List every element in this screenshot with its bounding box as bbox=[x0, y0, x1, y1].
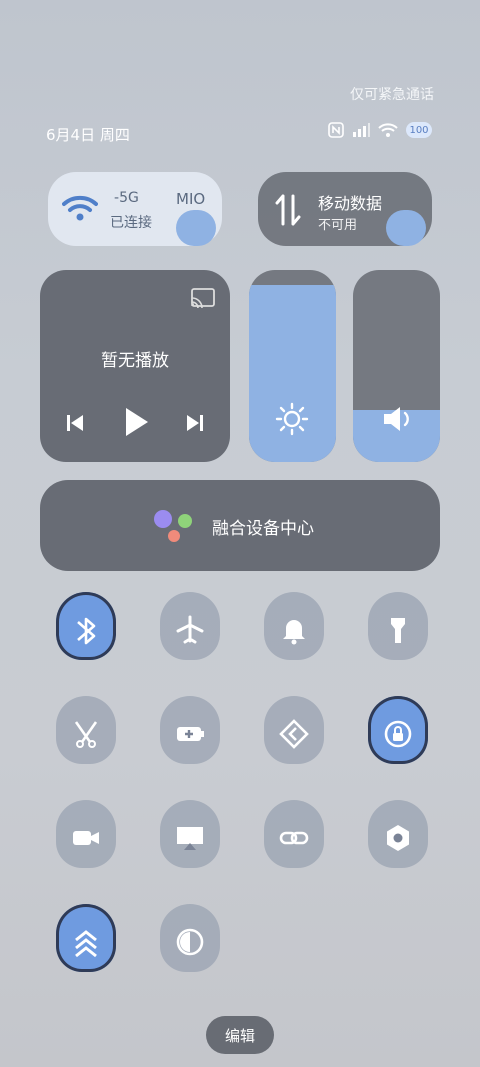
hotspot-link-icon bbox=[279, 831, 309, 845]
toggle-screen-record[interactable] bbox=[50, 796, 122, 876]
screen-cast-icon bbox=[177, 827, 203, 850]
device-hub-button[interactable]: 融合设备中心 bbox=[40, 480, 440, 571]
wifi-band: -5G bbox=[114, 190, 139, 206]
toggle-screenshot[interactable] bbox=[50, 692, 122, 772]
wifi-status-icon bbox=[378, 123, 398, 137]
battery-saver-icon bbox=[177, 727, 204, 741]
battery-icon: 100 bbox=[406, 122, 432, 138]
mascot-sticker bbox=[176, 210, 216, 246]
brightness-slider[interactable] bbox=[249, 270, 336, 462]
cast-icon[interactable] bbox=[190, 288, 216, 308]
settings-hex-icon bbox=[387, 825, 409, 851]
play-icon[interactable] bbox=[122, 406, 150, 438]
media-panel: 暂无播放 bbox=[40, 270, 230, 462]
wifi-icon bbox=[62, 195, 98, 221]
toggle-settings-hex[interactable] bbox=[362, 796, 434, 876]
dark-mode-icon bbox=[176, 928, 204, 956]
volume-slider[interactable] bbox=[353, 270, 440, 462]
rotation-lock-icon bbox=[384, 720, 412, 748]
edit-label: 编辑 bbox=[224, 1026, 255, 1045]
toggle-airplane[interactable] bbox=[154, 588, 226, 668]
screen-record-icon bbox=[73, 831, 99, 845]
previous-icon[interactable] bbox=[64, 412, 86, 434]
speaker-icon bbox=[384, 407, 409, 431]
mobile-data-state: 不可用 bbox=[318, 218, 358, 233]
toggle-battery-saver[interactable] bbox=[154, 692, 226, 772]
signal-icon bbox=[353, 123, 370, 137]
collapse-up-icon bbox=[75, 930, 97, 958]
toggle-rotation-lock[interactable] bbox=[362, 692, 434, 772]
nfc-icon bbox=[328, 122, 344, 138]
emergency-calls-only: 仅可紧急通话 bbox=[350, 87, 434, 103]
wifi-ssid: MIO bbox=[176, 190, 206, 208]
bell-icon bbox=[283, 620, 305, 645]
hub-dot-purple bbox=[154, 510, 172, 528]
screenshot-icon bbox=[74, 721, 98, 748]
toggle-hotspot-link[interactable] bbox=[258, 796, 330, 876]
airplane-icon bbox=[176, 615, 204, 644]
next-icon[interactable] bbox=[184, 412, 206, 434]
edit-button[interactable]: 编辑 bbox=[206, 1016, 274, 1054]
toggle-collapse-up[interactable] bbox=[50, 900, 122, 980]
toggle-screen-cast[interactable] bbox=[154, 796, 226, 876]
wifi-tile[interactable]: -5G 已连接 MIO bbox=[48, 172, 222, 246]
hub-dot-red bbox=[168, 530, 180, 542]
bluetooth-icon bbox=[77, 617, 96, 645]
flashlight-icon bbox=[391, 618, 405, 643]
mobile-data-title: 移动数据 bbox=[318, 194, 383, 213]
wifi-state: 已连接 bbox=[110, 215, 152, 231]
system-status-icons: 100 bbox=[328, 122, 432, 138]
battery-level: 100 bbox=[409, 124, 429, 136]
toggle-dark-mode[interactable] bbox=[154, 900, 226, 980]
media-title: 暂无播放 bbox=[101, 351, 169, 371]
data-arrows-icon bbox=[275, 194, 301, 226]
mascot-sticker bbox=[386, 210, 426, 246]
toggle-flashlight[interactable] bbox=[362, 588, 434, 668]
nfc-shortcut-icon bbox=[279, 719, 309, 749]
sun-icon bbox=[275, 402, 309, 436]
toggle-bluetooth[interactable] bbox=[50, 588, 122, 668]
wifi-band-label: 5G bbox=[119, 190, 139, 206]
toggle-nfc-shortcut[interactable] bbox=[258, 692, 330, 772]
mobile-data-tile[interactable]: 移动数据 不可用 bbox=[258, 172, 432, 246]
device-hub-label: 融合设备中心 bbox=[212, 519, 314, 539]
date-line: 6月4日 周四 bbox=[46, 126, 130, 144]
toggle-bell[interactable] bbox=[258, 588, 330, 668]
hub-dot-green bbox=[178, 514, 192, 528]
